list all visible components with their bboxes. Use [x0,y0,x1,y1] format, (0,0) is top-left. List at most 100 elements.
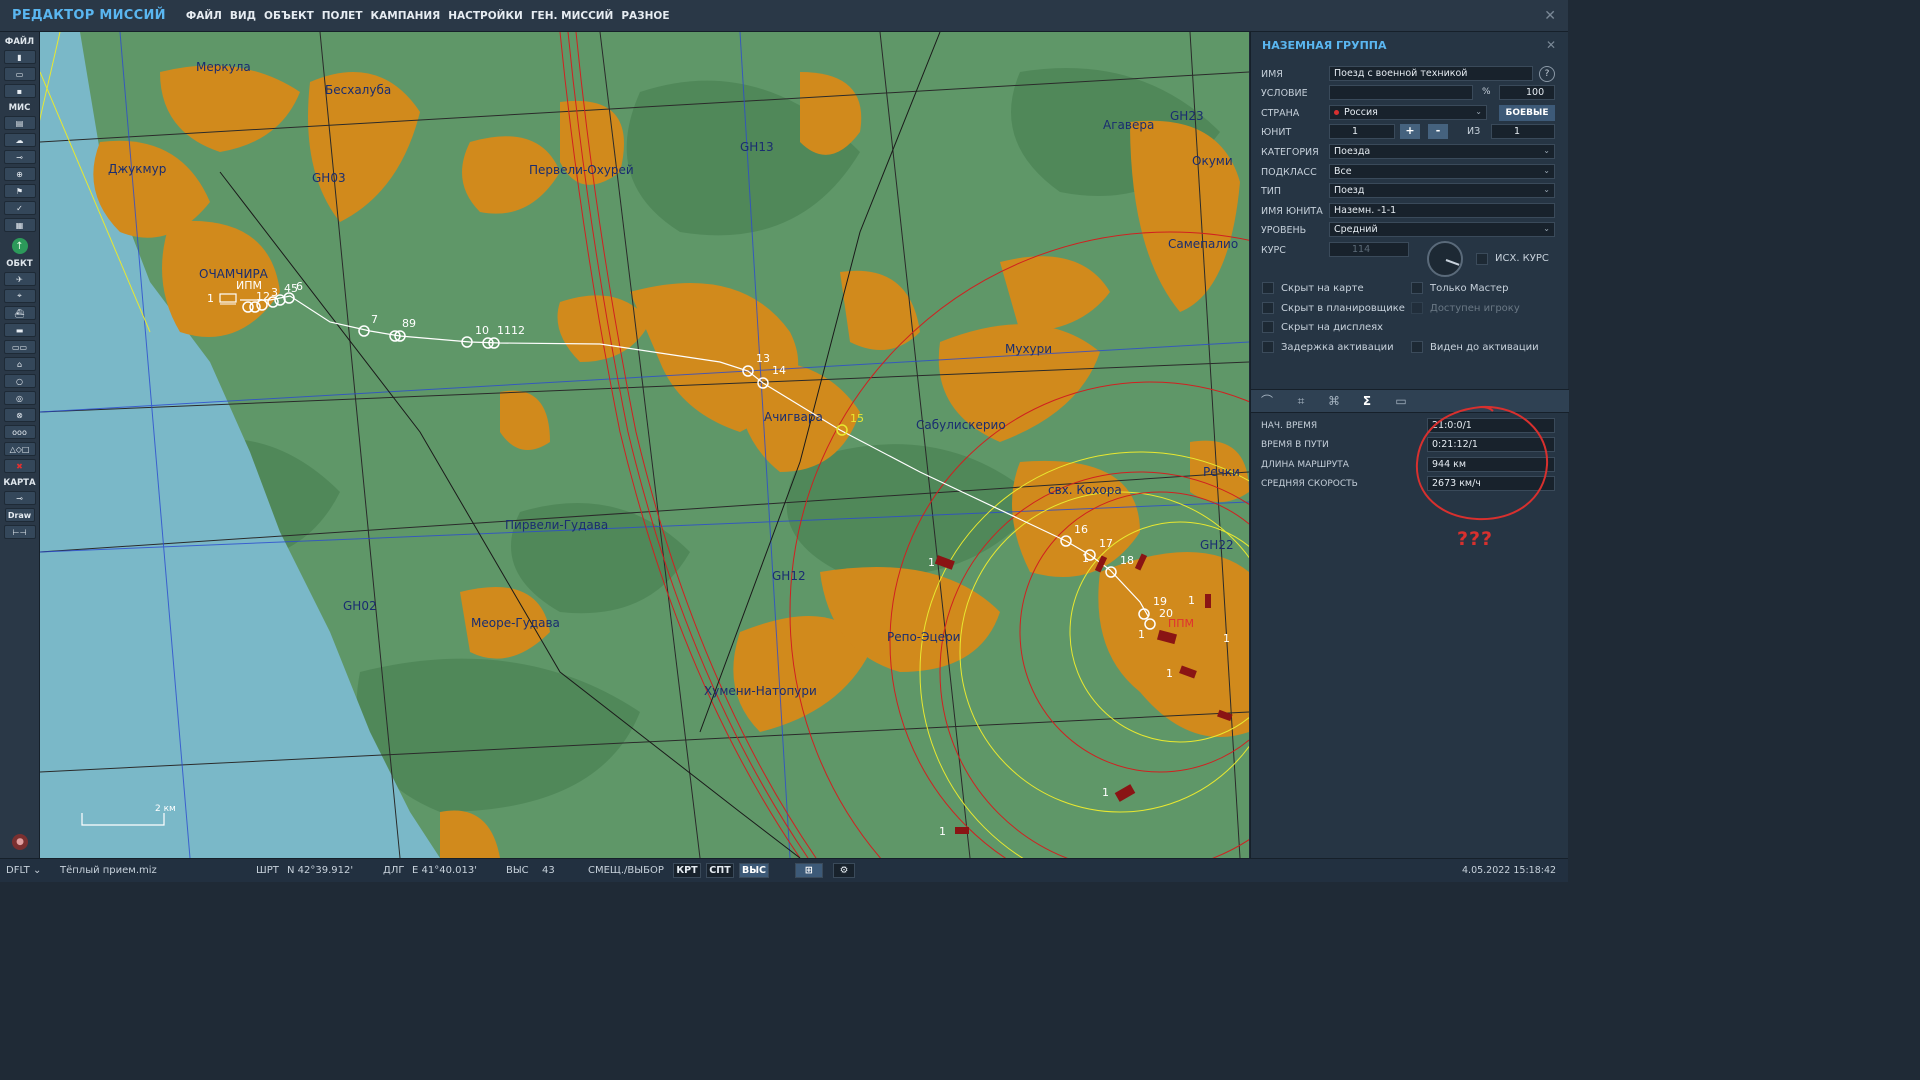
hidden-on-displays-checkbox[interactable] [1262,321,1274,333]
menu-mission-generator[interactable]: ГЕН. МИССИЙ [531,10,614,22]
payload-tab-icon[interactable]: ▭ [1388,392,1414,411]
grid-label: GH02 [343,599,377,613]
airplane-icon[interactable]: ✈ [3,272,36,286]
heading-stepper[interactable]: 114 [1329,242,1409,257]
draw-button[interactable]: Draw [4,508,35,522]
route-tab-icon[interactable]: ⌒ [1254,392,1280,411]
app-title: РЕДАКТОР МИССИЙ [12,8,166,23]
condition-field[interactable] [1329,85,1473,100]
town-label: Агавера [1103,118,1154,132]
town-label: Окуми [1192,154,1233,168]
hidden-on-map-checkbox[interactable] [1262,282,1274,294]
help-button[interactable]: ? [1539,66,1555,82]
menu-view[interactable]: ВИД [230,10,256,22]
mission-filename: Тёплый прием.miz [60,865,157,876]
menu-file[interactable]: ФАЙЛ [186,10,222,22]
triggers-tab-icon[interactable]: ⌘ [1321,392,1347,411]
skill-dropdown[interactable]: Средний ⌄ [1329,222,1555,237]
name-field[interactable]: Поезд с военной техникой [1329,66,1533,81]
shapes-icon[interactable]: △◇□ [3,442,36,456]
start-time-field[interactable]: 21:0:0/1 [1427,418,1555,433]
country-dropdown[interactable]: Россия ⌄ [1329,105,1487,120]
save-file-icon[interactable]: ▪ [3,84,36,98]
remove-unit-button[interactable]: - [1428,124,1448,139]
unit-name-field[interactable]: Наземн. -1-1 [1329,203,1555,218]
flag-dot-icon [1334,110,1339,115]
weather-icon[interactable]: ☁ [3,133,36,147]
panel-tabbar: ⌒ ⌗ ⌘ Σ ▭ [1251,389,1569,413]
static-object-icon[interactable]: ⌂ [3,357,36,371]
settings-gear-icon[interactable]: ⚙ [833,863,855,878]
helicopter-icon[interactable]: ⌖ [3,289,36,303]
close-icon[interactable]: ✕ [1546,38,1556,52]
target-icon[interactable]: ⊕ [3,167,36,181]
close-icon[interactable]: ✕ [1544,8,1556,24]
grid-icon[interactable]: ▦ [3,218,36,232]
altitude-mode-button[interactable]: ВЫС [739,863,769,878]
condition-percent-stepper[interactable]: 100 [1499,85,1555,100]
map-view[interactable]: 1 12 3 45 6 7 89 10 1112 13 14 15 16 17 … [40,32,1249,858]
open-file-icon[interactable]: ▭ [3,67,36,81]
layers-icon[interactable]: ⊞ [795,863,823,878]
heading-compass[interactable] [1427,241,1463,277]
new-file-icon[interactable]: ▮ [3,50,36,64]
menu-misc[interactable]: РАЗНОЕ [621,10,669,22]
add-unit-button[interactable]: + [1400,124,1420,139]
latitude-value: N 42°39.912' [287,865,354,876]
train-icon[interactable]: ▭▭ [3,340,36,354]
targets-tab-icon[interactable]: ⌗ [1288,392,1314,411]
late-activation-checkbox[interactable] [1262,341,1274,353]
hidden-in-planner-checkbox[interactable] [1262,302,1274,314]
satellite-mode-button[interactable]: СПТ [706,863,734,878]
up-arrow-icon[interactable]: ↑ [11,238,28,254]
mission-editor-window: РЕДАКТОР МИССИЙ ФАЙЛ ВИД ОБЪЕКТ ПОЛЕТ КА… [0,0,1569,882]
type-dropdown[interactable]: Поезд ⌄ [1329,183,1555,198]
ruler-icon[interactable]: ⊸ [3,491,36,505]
group-icon[interactable]: ooo [3,425,36,439]
route-icon[interactable]: ⊸ [3,150,36,164]
initial-heading-checkbox[interactable] [1476,253,1488,265]
waypoint-label: 18 [1120,554,1134,567]
map-canvas[interactable]: 1 12 3 45 6 7 89 10 1112 13 14 15 16 17 … [40,32,1249,858]
svg-text:2 км: 2 км [155,804,176,814]
category-dropdown[interactable]: Поезда ⌄ [1329,144,1555,159]
menu-settings[interactable]: НАСТРОЙКИ [448,10,523,22]
unit-count-stepper[interactable]: 1 [1491,124,1555,139]
visible-before-start-checkbox[interactable] [1411,341,1423,353]
town-label: Репо-Эцери [887,630,960,644]
checkbox-label: Скрыт на дисплеях [1281,322,1384,333]
zone-icon[interactable]: ◎ [3,391,36,405]
unit-stepper[interactable]: 1 [1329,124,1395,139]
menu-flight[interactable]: ПОЛЕТ [322,10,363,22]
vehicle-icon[interactable]: ▬ [3,323,36,337]
check-icon[interactable]: ✓ [3,201,36,215]
navpoint-icon[interactable]: ⊗ [3,408,36,422]
menu-object[interactable]: ОБЪЕКТ [264,10,314,22]
enemy-unit-label: 1 [1188,594,1195,607]
warning-icon[interactable]: ● [12,834,28,850]
longitude-label: ДЛГ [383,865,405,876]
chevron-down-icon: ⌄ [1543,224,1550,233]
town-label: Первели-Охурей [529,163,634,177]
trigger-zone-icon[interactable]: ○ [3,374,36,388]
enemy-unit-label: 1 [928,556,935,569]
toolbar-map-label: КАРТА [3,478,36,488]
ship-icon[interactable]: ⛴ [3,306,36,320]
summary-tab-icon[interactable]: Σ [1354,392,1380,411]
profile-dropdown[interactable]: DFLT ⌄ [6,865,41,876]
flag-icon[interactable]: ⚑ [3,184,36,198]
type-label: ТИП [1261,186,1282,197]
game-master-only-checkbox[interactable] [1411,282,1423,294]
waypoint-label: 6 [296,280,303,293]
combat-button[interactable]: БОЕВЫЕ [1499,105,1555,121]
map-mode-button[interactable]: КРТ [673,863,701,878]
menu-campaign[interactable]: КАМПАНИЯ [371,10,441,22]
chevron-down-icon: ⌄ [1543,166,1550,175]
measure-icon[interactable]: ⊢⊣ [3,525,36,539]
compass-needle-icon [1445,259,1460,266]
delete-icon[interactable]: ✖ [3,459,36,473]
subclass-dropdown[interactable]: Все ⌄ [1329,164,1555,179]
town-label: Сабулискерио [916,418,1006,432]
travel-time-field: 0:21:12/1 [1427,437,1555,452]
briefing-icon[interactable]: ▤ [3,116,36,130]
